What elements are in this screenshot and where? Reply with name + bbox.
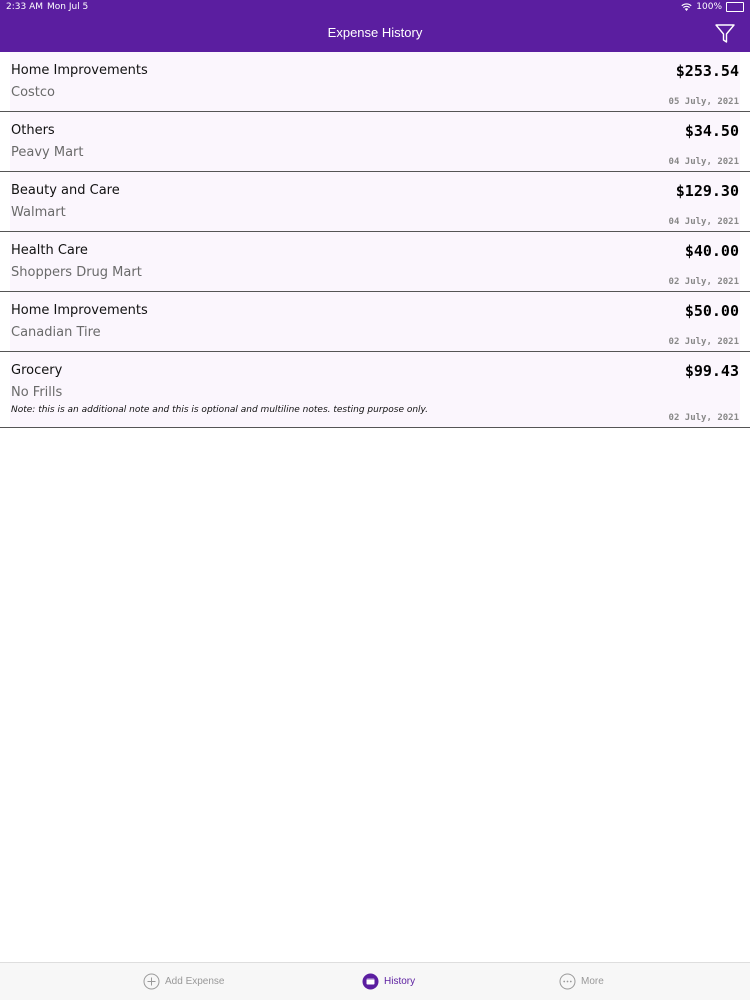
expense-date: 04 July, 2021 (668, 217, 739, 227)
expense-amount: $99.43 (684, 362, 739, 380)
expense-category: Beauty and Care (11, 183, 120, 198)
tab-label: History (384, 976, 416, 987)
expense-row[interactable]: Others Peavy Mart $34.50 04 July, 2021 (0, 112, 750, 172)
expense-row[interactable]: Beauty and Care Walmart $129.30 04 July,… (0, 172, 750, 232)
expense-note: Note: this is an additional note and thi… (11, 405, 429, 415)
expense-date: 02 July, 2021 (668, 277, 739, 287)
add-circle-icon (143, 973, 160, 990)
expense-amount: $40.00 (684, 242, 739, 260)
expense-row[interactable]: Home Improvements Costco $253.54 05 July… (0, 52, 750, 112)
tab-label: More (581, 976, 604, 987)
expense-category: Others (11, 123, 55, 138)
expense-row[interactable]: Health Care Shoppers Drug Mart $40.00 02… (0, 232, 750, 292)
more-icon (559, 973, 576, 990)
expense-store: Walmart (11, 205, 66, 220)
battery-percent: 100% (696, 2, 722, 12)
status-time: 2:33 AM (6, 2, 43, 12)
history-icon (362, 973, 379, 990)
status-date: Mon Jul 5 (47, 2, 89, 12)
expense-date: 02 July, 2021 (668, 337, 739, 347)
status-indicators: 100% (681, 0, 744, 14)
nav-header: 2:33 AM Mon Jul 5 100% Expense History (0, 0, 750, 52)
battery-icon (726, 2, 744, 12)
screen: 2:33 AM Mon Jul 5 100% Expense History H… (0, 0, 750, 1000)
tab-label: Add Expense (165, 976, 225, 987)
expense-category: Home Improvements (11, 303, 148, 318)
filter-icon[interactable] (714, 22, 736, 44)
expense-category: Grocery (11, 363, 63, 378)
expense-date: 02 July, 2021 (668, 413, 739, 423)
status-bar: 2:33 AM Mon Jul 5 100% (0, 0, 750, 14)
expense-store: Shoppers Drug Mart (11, 265, 142, 280)
tab-add-expense[interactable]: Add Expense (143, 963, 225, 1000)
expense-store: No Frills (11, 385, 63, 400)
expense-row[interactable]: Home Improvements Canadian Tire $50.00 0… (0, 292, 750, 352)
expense-row[interactable]: Grocery No Frills $99.43 Note: this is a… (0, 352, 750, 428)
tab-history[interactable]: History (362, 963, 415, 1000)
expense-amount: $50.00 (684, 302, 739, 320)
expense-store: Canadian Tire (11, 325, 101, 340)
expense-amount: $253.54 (675, 62, 739, 80)
tab-bar: Add Expense History More (0, 962, 750, 1000)
page-title: Expense History (327, 25, 423, 40)
expense-store: Peavy Mart (11, 145, 84, 160)
tab-more[interactable]: More (559, 963, 604, 1000)
wifi-icon (681, 3, 692, 11)
expense-date: 05 July, 2021 (668, 97, 739, 107)
expense-category: Health Care (11, 243, 88, 258)
expense-amount: $34.50 (684, 122, 739, 140)
expense-date: 04 July, 2021 (668, 157, 739, 167)
expense-list: Home Improvements Costco $253.54 05 July… (0, 52, 750, 428)
expense-store: Costco (11, 85, 56, 100)
expense-amount: $129.30 (675, 182, 739, 200)
expense-category: Home Improvements (11, 63, 148, 78)
